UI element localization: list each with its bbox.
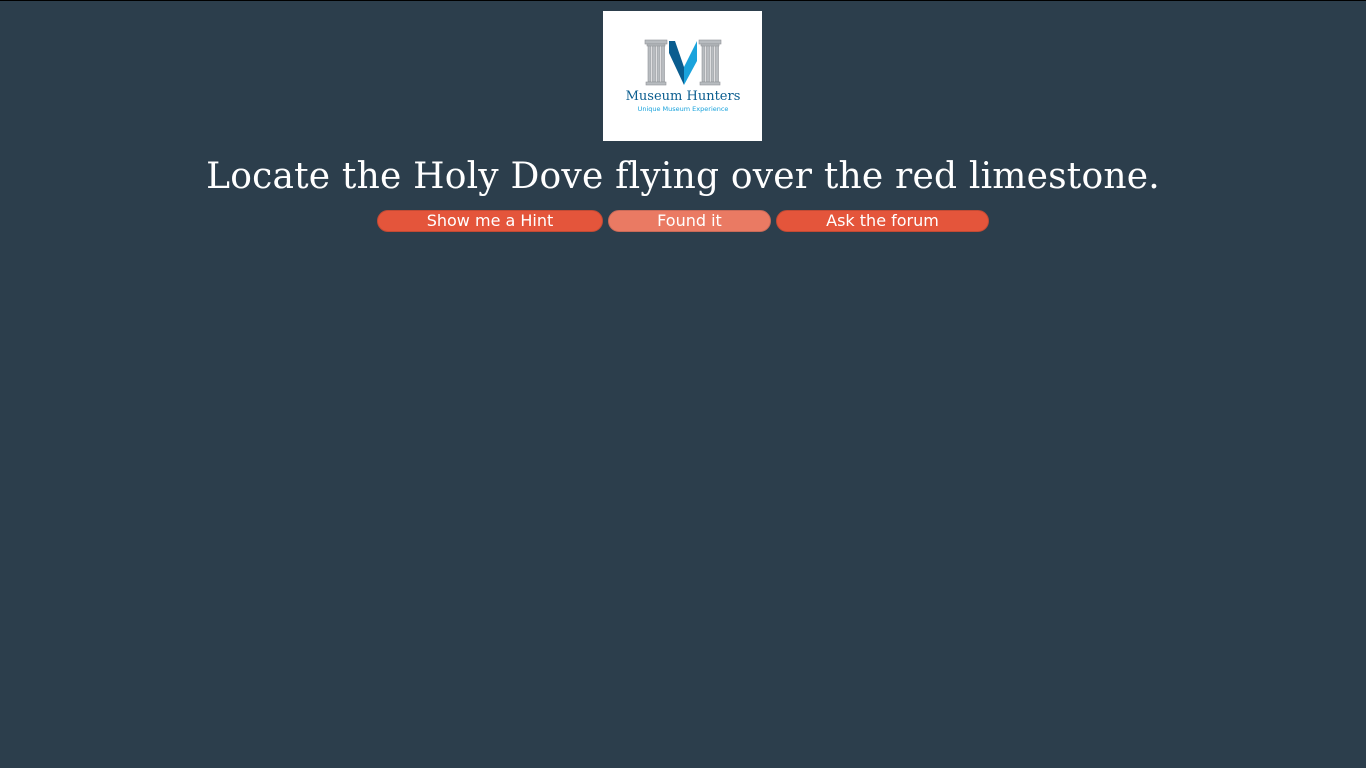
found-it-button[interactable]: Found it (608, 210, 771, 232)
logo-graphic: Museum Hunters Unique Museum Experience (626, 39, 741, 113)
museum-hunters-logo: Museum Hunters Unique Museum Experience (603, 11, 762, 141)
right-pillar-icon (698, 39, 722, 86)
ask-forum-button[interactable]: Ask the forum (776, 210, 989, 232)
task-title: Locate the Holy Dove flying over the red… (206, 156, 1160, 197)
left-pillar-icon (644, 39, 668, 86)
m-emblem-icon (669, 41, 697, 85)
logo-tagline-text: Unique Museum Experience (638, 105, 729, 113)
show-hint-button[interactable]: Show me a Hint (377, 210, 603, 232)
logo-brand-text: Museum Hunters (626, 89, 741, 104)
